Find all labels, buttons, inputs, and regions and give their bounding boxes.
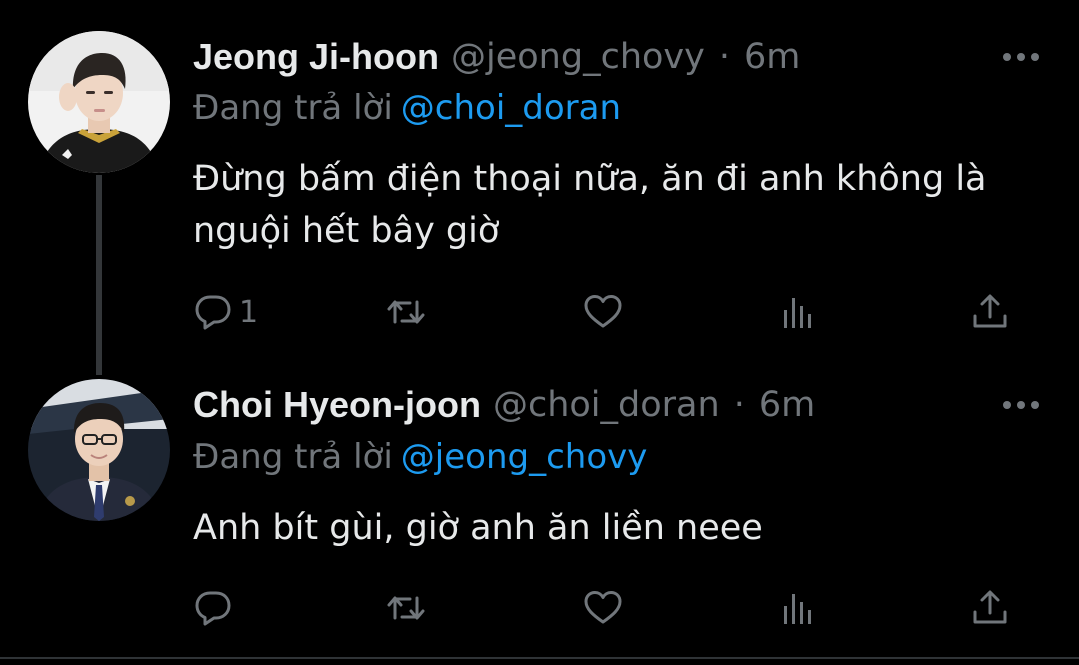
heart-icon xyxy=(584,295,622,328)
speech-bubble-icon xyxy=(195,591,231,626)
like-button[interactable] xyxy=(583,586,623,630)
timestamp[interactable]: 6m xyxy=(744,37,800,77)
like-button[interactable] xyxy=(583,290,623,334)
retweet-button[interactable] xyxy=(386,586,426,630)
replying-to-handle[interactable]: @jeong_chovy xyxy=(401,437,648,477)
avatar[interactable] xyxy=(28,31,170,173)
more-dots-icon[interactable] xyxy=(1003,400,1039,410)
bar-chart-icon xyxy=(784,298,811,328)
retweet-button[interactable] xyxy=(386,290,426,334)
share-icon xyxy=(973,590,1007,624)
replying-to-label: Đang trả lời xyxy=(193,437,393,477)
tweet-actions: 1 xyxy=(193,290,1023,334)
retweet-icon xyxy=(387,300,425,324)
share-button[interactable] xyxy=(970,586,1010,630)
speech-bubble-icon xyxy=(195,295,231,330)
tweet-actions xyxy=(193,586,1023,630)
views-button[interactable] xyxy=(778,586,818,630)
user-handle[interactable]: @choi_doran xyxy=(493,385,720,425)
tweet-choi[interactable]: Choi Hyeon-joon @choi_doran · 6m Đang tr… xyxy=(0,350,1079,665)
tweet-jeong[interactable]: Jeong Ji-hoon @jeong_chovy · 6m Đang trả… xyxy=(0,0,1079,375)
reply-count: 1 xyxy=(239,294,259,330)
avatar-photo xyxy=(28,31,170,173)
tweet-text: Đừng bấm điện thoại nữa, ăn đi anh không… xyxy=(193,159,987,251)
replying-to: Đang trả lời @choi_doran xyxy=(193,88,621,132)
avatar-photo xyxy=(28,379,170,521)
share-button[interactable] xyxy=(970,290,1010,334)
separator-dot: · xyxy=(733,385,745,425)
tweet-header: Choi Hyeon-joon @choi_doran · 6m xyxy=(193,380,815,430)
tweet-header: Jeong Ji-hoon @jeong_chovy · 6m xyxy=(193,32,800,82)
user-handle[interactable]: @jeong_chovy xyxy=(451,37,705,77)
replying-to-label: Đang trả lời xyxy=(193,88,393,128)
bar-chart-icon xyxy=(784,594,811,624)
avatar[interactable] xyxy=(28,379,170,521)
reply-button[interactable]: 1 xyxy=(193,290,258,334)
replying-to-handle[interactable]: @choi_doran xyxy=(401,88,621,128)
timestamp[interactable]: 6m xyxy=(759,385,815,425)
tweet-text: Anh bít gùi, giờ anh ăn liền neee xyxy=(193,508,763,548)
thread-connector xyxy=(96,175,102,375)
display-name[interactable]: Choi Hyeon-joon xyxy=(193,384,481,426)
more-dots-icon[interactable] xyxy=(1003,52,1039,62)
retweet-icon xyxy=(387,596,425,620)
share-icon xyxy=(973,294,1007,328)
replying-to: Đang trả lời @jeong_chovy xyxy=(193,437,647,481)
reply-button[interactable] xyxy=(193,586,239,630)
heart-icon xyxy=(584,591,622,624)
separator-dot: · xyxy=(718,37,730,77)
views-button[interactable] xyxy=(778,290,818,334)
display-name[interactable]: Jeong Ji-hoon xyxy=(193,36,439,78)
divider xyxy=(0,657,1079,659)
